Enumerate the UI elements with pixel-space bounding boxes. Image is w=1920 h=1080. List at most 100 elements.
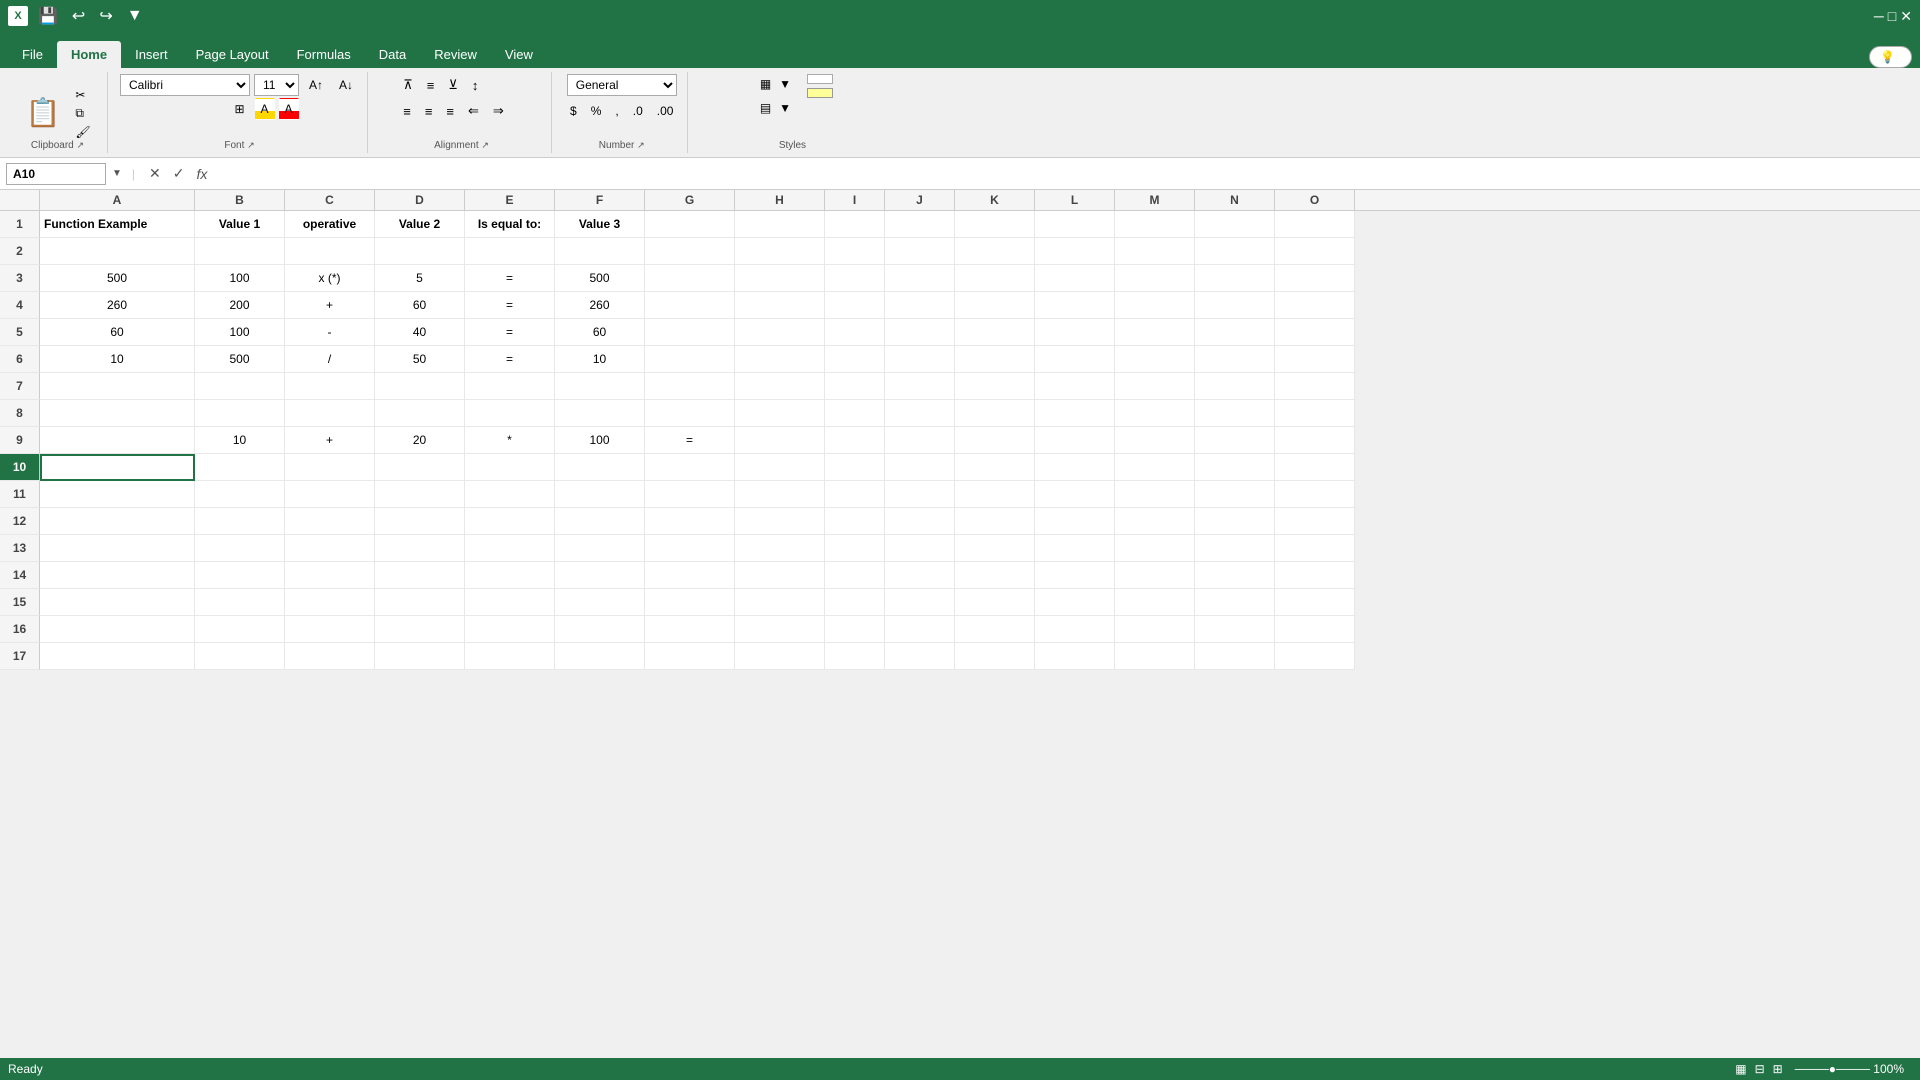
cell-A4[interactable]: 260	[40, 292, 195, 319]
cell-E5[interactable]: =	[465, 319, 555, 346]
cancel-formula-button[interactable]: ✕	[145, 163, 165, 184]
cell-D13[interactable]	[375, 535, 465, 562]
cell-I15[interactable]	[825, 589, 885, 616]
cell-A13[interactable]	[40, 535, 195, 562]
cell-E10[interactable]	[465, 454, 555, 481]
cell-J10[interactable]	[885, 454, 955, 481]
format-as-table-button[interactable]: ▤ ▼	[752, 98, 799, 118]
cell-C12[interactable]	[285, 508, 375, 535]
cell-D17[interactable]	[375, 643, 465, 670]
maximize-button[interactable]: □	[1888, 8, 1896, 25]
accounting-button[interactable]: $	[564, 100, 583, 122]
cell-O14[interactable]	[1275, 562, 1355, 589]
cell-M9[interactable]	[1115, 427, 1195, 454]
cell-A10[interactable]	[40, 454, 195, 481]
cell-A16[interactable]	[40, 616, 195, 643]
col-header-j[interactable]: J	[885, 190, 955, 210]
cell-B11[interactable]	[195, 481, 285, 508]
cell-E15[interactable]	[465, 589, 555, 616]
cell-K4[interactable]	[955, 292, 1035, 319]
row-header-6[interactable]: 6	[0, 346, 40, 373]
align-left-button[interactable]: ≡	[397, 100, 417, 122]
cell-I7[interactable]	[825, 373, 885, 400]
cell-G6[interactable]	[645, 346, 735, 373]
cell-D5[interactable]: 40	[375, 319, 465, 346]
cell-E9[interactable]: *	[465, 427, 555, 454]
close-button[interactable]: ✕	[1900, 8, 1912, 25]
tab-data[interactable]: Data	[365, 41, 420, 68]
cell-K14[interactable]	[955, 562, 1035, 589]
cell-H7[interactable]	[735, 373, 825, 400]
cell-O11[interactable]	[1275, 481, 1355, 508]
cell-F4[interactable]: 260	[555, 292, 645, 319]
cell-K13[interactable]	[955, 535, 1035, 562]
minimize-button[interactable]: ─	[1874, 8, 1884, 25]
tab-home[interactable]: Home	[57, 41, 121, 68]
cell-K6[interactable]	[955, 346, 1035, 373]
cell-A1[interactable]: Function Example	[40, 211, 195, 238]
cell-N5[interactable]	[1195, 319, 1275, 346]
cell-H10[interactable]	[735, 454, 825, 481]
cell-O13[interactable]	[1275, 535, 1355, 562]
cell-E17[interactable]	[465, 643, 555, 670]
cell-J12[interactable]	[885, 508, 955, 535]
cell-A6[interactable]: 10	[40, 346, 195, 373]
underline-button[interactable]	[212, 98, 224, 120]
cell-J11[interactable]	[885, 481, 955, 508]
cell-G9[interactable]: =	[645, 427, 735, 454]
cell-B6[interactable]: 500	[195, 346, 285, 373]
cell-C2[interactable]	[285, 238, 375, 265]
save-button[interactable]: 💾	[34, 4, 62, 28]
cell-H16[interactable]	[735, 616, 825, 643]
cell-K16[interactable]	[955, 616, 1035, 643]
cell-L7[interactable]	[1035, 373, 1115, 400]
cell-C3[interactable]: x (*)	[285, 265, 375, 292]
col-header-f[interactable]: F	[555, 190, 645, 210]
cell-I4[interactable]	[825, 292, 885, 319]
cell-G4[interactable]	[645, 292, 735, 319]
increase-decimal-button[interactable]: .00	[651, 100, 680, 122]
copy-button[interactable]: ⧉	[72, 105, 97, 122]
cell-B12[interactable]	[195, 508, 285, 535]
formula-input[interactable]	[217, 166, 1914, 181]
cell-E11[interactable]	[465, 481, 555, 508]
cell-D12[interactable]	[375, 508, 465, 535]
row-header-17[interactable]: 17	[0, 643, 40, 670]
cell-B3[interactable]: 100	[195, 265, 285, 292]
font-name-select[interactable]: Calibri	[120, 74, 250, 96]
number-format-select[interactable]: General	[567, 74, 677, 96]
row-header-16[interactable]: 16	[0, 616, 40, 643]
cell-K1[interactable]	[955, 211, 1035, 238]
cell-L12[interactable]	[1035, 508, 1115, 535]
cell-J9[interactable]	[885, 427, 955, 454]
cell-M7[interactable]	[1115, 373, 1195, 400]
col-header-g[interactable]: G	[645, 190, 735, 210]
cut-button[interactable]: ✂	[72, 87, 97, 103]
format-painter-button[interactable]: 🖌	[72, 124, 97, 140]
cell-A7[interactable]	[40, 373, 195, 400]
tab-page-layout[interactable]: Page Layout	[182, 41, 283, 68]
cell-K12[interactable]	[955, 508, 1035, 535]
cell-M17[interactable]	[1115, 643, 1195, 670]
cell-C9[interactable]: +	[285, 427, 375, 454]
cell-F3[interactable]: 500	[555, 265, 645, 292]
cell-A11[interactable]	[40, 481, 195, 508]
col-header-k[interactable]: K	[955, 190, 1035, 210]
cell-C4[interactable]: +	[285, 292, 375, 319]
cell-A9[interactable]	[40, 427, 195, 454]
cell-N1[interactable]	[1195, 211, 1275, 238]
cell-G2[interactable]	[645, 238, 735, 265]
cell-L3[interactable]	[1035, 265, 1115, 292]
merge-center-button[interactable]	[512, 100, 526, 122]
cell-N17[interactable]	[1195, 643, 1275, 670]
cell-G11[interactable]	[645, 481, 735, 508]
cell-E1[interactable]: Is equal to:	[465, 211, 555, 238]
cell-L8[interactable]	[1035, 400, 1115, 427]
name-box[interactable]	[6, 163, 106, 185]
cell-L4[interactable]	[1035, 292, 1115, 319]
cell-F17[interactable]	[555, 643, 645, 670]
cell-L13[interactable]	[1035, 535, 1115, 562]
cell-L6[interactable]	[1035, 346, 1115, 373]
cell-N6[interactable]	[1195, 346, 1275, 373]
cell-N15[interactable]	[1195, 589, 1275, 616]
